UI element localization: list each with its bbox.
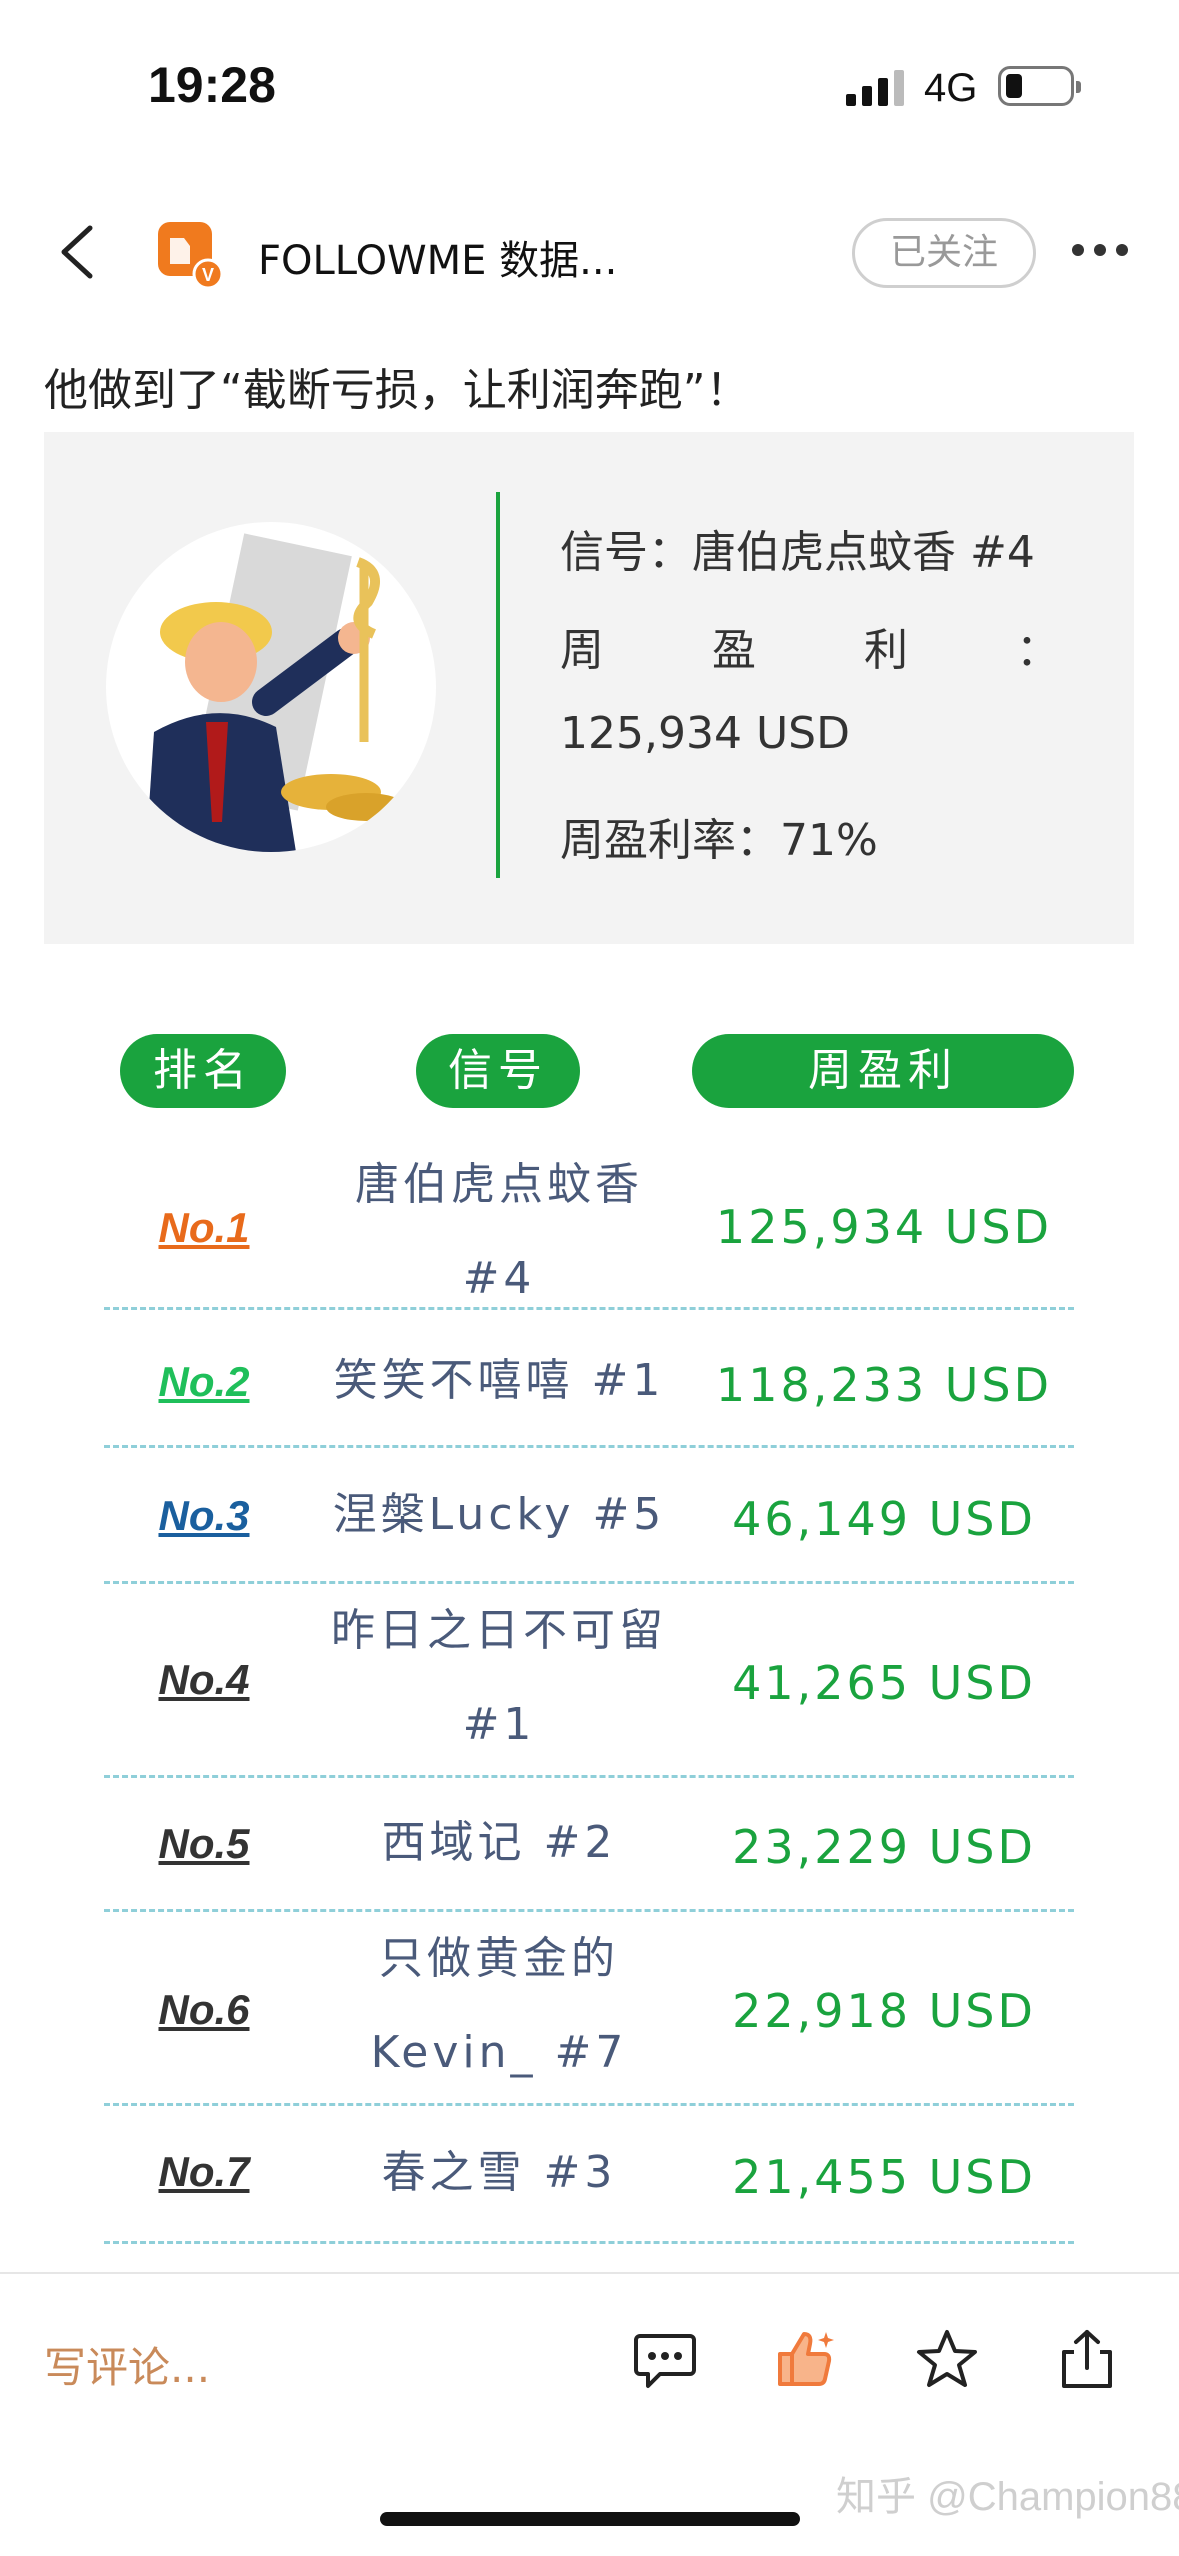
svg-text:V: V xyxy=(202,265,214,285)
rank-label: No.7 xyxy=(158,2148,250,2195)
battery-icon xyxy=(998,66,1081,106)
signal-name: 唐伯虎点蚊香 #4 xyxy=(355,1159,643,1304)
followme-logo[interactable]: V xyxy=(156,220,226,290)
network-type: 4G xyxy=(924,66,978,110)
weekly-profit-value: 23,229 USD xyxy=(732,1820,1036,1874)
weekly-profit-value: 46,149 USD xyxy=(732,1492,1036,1546)
table-row: No.5 西域记 #2 23,229 USD xyxy=(104,1778,1074,1912)
rank-label: No.1 xyxy=(158,1204,250,1251)
table-row: No.2 笑笑不嘻嘻 #1 118,233 USD xyxy=(104,1310,1074,1448)
home-indicator[interactable] xyxy=(380,2512,800,2526)
rank-label: No.5 xyxy=(158,1820,250,1867)
comment-icon[interactable] xyxy=(632,2326,698,2392)
weekly-profit-value: 21,455 USD xyxy=(732,2150,1036,2204)
rank-label: No.3 xyxy=(158,1492,250,1539)
signal-name: 西域记 #2 xyxy=(381,1817,617,1868)
table-row: No.7 春之雪 #3 21,455 USD xyxy=(104,2106,1074,2244)
weekly-profit-value: 22,918 USD xyxy=(732,1984,1036,2038)
signal-name: 笑笑不嘻嘻 #1 xyxy=(333,1355,665,1406)
table-row: No.3 涅槃Lucky #5 46,149 USD xyxy=(104,1448,1074,1584)
rank-column-header: 排名 xyxy=(120,1034,286,1108)
weekly-profit-value: 118,233 USD xyxy=(715,1358,1053,1412)
card-divider xyxy=(496,492,500,878)
back-arrow-icon[interactable] xyxy=(50,222,110,282)
more-options-icon[interactable] xyxy=(1070,240,1130,260)
status-time: 19:28 xyxy=(148,57,276,113)
signal-name: 涅槃Lucky #5 xyxy=(332,1489,666,1540)
share-icon[interactable] xyxy=(1054,2326,1120,2392)
cellular-signal-icon xyxy=(846,70,906,106)
nav-header: V FOLLOWME 数据... 已关注 xyxy=(0,200,1179,310)
signal-name: 昨日之日不可留 #1 xyxy=(331,1605,667,1750)
table-row: No.1 唐伯虎点蚊香 #4 125,934 USD xyxy=(104,1140,1074,1310)
signal-name: 春之雪 #3 xyxy=(381,2147,617,2198)
status-bar: 19:28 4G xyxy=(0,0,1179,150)
trader-avatar xyxy=(106,522,436,852)
weekly-profit-value: 125,934 USD xyxy=(715,1200,1053,1254)
card-weekly-rate-line: 周盈利率：71% xyxy=(560,815,878,866)
table-row: No.6 只做黄金的 Kevin_ #7 22,918 USD xyxy=(104,1912,1074,2106)
like-icon[interactable] xyxy=(772,2326,838,2392)
top-signal-card: 信号：唐伯虎点蚊香 #4 周盈利： 125,934 USD 周盈利率：71% xyxy=(44,432,1134,944)
weekly-profit-column-header: 周盈利 xyxy=(692,1034,1074,1108)
weekly-profit-value: 41,265 USD xyxy=(732,1656,1036,1710)
star-icon[interactable] xyxy=(914,2326,980,2392)
ranking-table: No.1 唐伯虎点蚊香 #4 125,934 USD No.2 笑笑不嘻嘻 #1 … xyxy=(104,1140,1074,2244)
card-signal-line: 信号：唐伯虎点蚊香 #4 xyxy=(560,527,1035,578)
signal-column-header: 信号 xyxy=(416,1034,580,1108)
card-weekly-profit-value: 125,934 USD xyxy=(560,708,850,759)
rank-label: No.6 xyxy=(158,1986,250,2033)
watermark: 知乎 @Champion88 xyxy=(836,2475,1179,2519)
card-weekly-profit-label: 周盈利： xyxy=(560,625,1168,676)
signal-name: 只做黄金的 Kevin_ #7 xyxy=(370,1933,628,2078)
following-button[interactable]: 已关注 xyxy=(852,218,1036,288)
comment-input[interactable]: 写评论... xyxy=(44,2334,210,2395)
page-title: FOLLOWME 数据... xyxy=(258,238,618,284)
rank-label: No.4 xyxy=(158,1656,250,1703)
table-row: No.4 昨日之日不可留 #1 41,265 USD xyxy=(104,1584,1074,1778)
rank-label: No.2 xyxy=(158,1358,250,1405)
article-heading: 他做到了“截断亏损，让利润奔跑”！ xyxy=(44,365,750,416)
